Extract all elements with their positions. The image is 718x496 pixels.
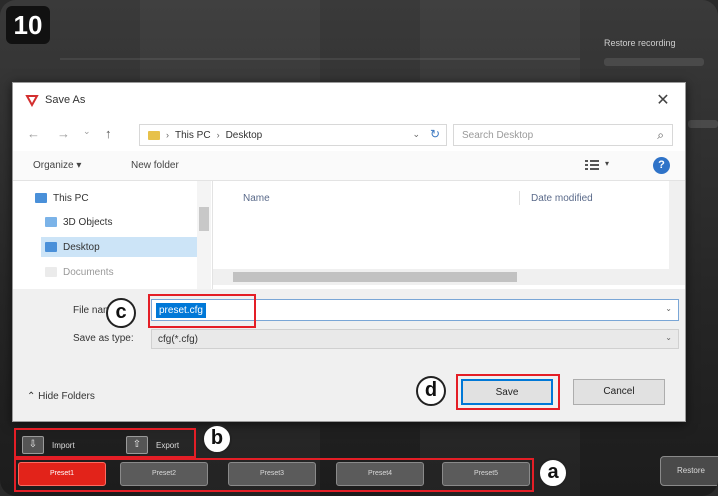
- search-icon: ⌕: [657, 128, 664, 142]
- desktop-icon: [45, 242, 57, 252]
- bg-right-label: Restore recording: [604, 38, 676, 48]
- close-icon[interactable]: ✕: [653, 90, 673, 110]
- tree-item-desktop[interactable]: Desktop: [41, 237, 197, 257]
- tree-item-label: Desktop: [63, 241, 100, 253]
- callout-c: c: [106, 298, 136, 328]
- refresh-icon[interactable]: ↻: [430, 127, 440, 141]
- address-bar[interactable]: › This PC › Desktop ⌄ ↻: [139, 124, 447, 146]
- nav-scrollbar[interactable]: [197, 181, 211, 289]
- dialog-titlebar: Save As ✕: [13, 83, 685, 117]
- chevron-down-icon[interactable]: ⌄: [412, 129, 420, 140]
- callout-b: b: [202, 424, 232, 454]
- tree-item-label: Documents: [63, 266, 114, 278]
- search-input[interactable]: Search Desktop ⌕: [453, 124, 673, 146]
- breadcrumb-separator: ›: [216, 130, 220, 140]
- chevron-up-icon: ⌃: [27, 391, 39, 402]
- bg-divider: [60, 58, 580, 60]
- dialog-title: Save As: [45, 94, 86, 106]
- callout-box-b: [14, 428, 196, 458]
- save-type-label: Save as type:: [73, 333, 134, 344]
- file-list-hscrollbar[interactable]: [213, 269, 685, 285]
- organize-button[interactable]: Organize ▾: [33, 160, 81, 171]
- callout-box-d: [456, 374, 560, 410]
- folder-icon: [148, 130, 160, 140]
- column-header-name[interactable]: Name: [243, 193, 270, 204]
- new-folder-button[interactable]: New folder: [131, 160, 179, 171]
- breadcrumb-this-pc[interactable]: This PC: [175, 130, 211, 141]
- scrollbar-thumb[interactable]: [233, 272, 517, 282]
- scrollbar-thumb[interactable]: [199, 207, 209, 231]
- step-number: 10: [6, 6, 50, 44]
- forward-arrow-icon[interactable]: →: [57, 126, 70, 141]
- bg-right-bar: [688, 120, 718, 128]
- tree-item-label: This PC: [53, 192, 89, 204]
- navigation-bar: ← → ⌄ ↑ › This PC › Desktop ⌄ ↻ Search D…: [13, 117, 685, 151]
- callout-box-a: [14, 458, 534, 492]
- tree-item-documents[interactable]: Documents: [45, 263, 195, 281]
- app-logo-icon: [25, 95, 39, 107]
- screenshot-frame: Restore recording 10 Save As ✕ ← → ⌄ ↑ ›…: [0, 0, 718, 496]
- callout-a: a: [538, 458, 568, 488]
- chevron-down-icon[interactable]: ▾: [605, 159, 609, 168]
- view-options-icon[interactable]: [585, 159, 599, 171]
- navigation-pane: This PC 3D Objects Desktop Documents: [13, 181, 213, 289]
- chevron-down-icon[interactable]: ⌄: [665, 333, 672, 342]
- back-arrow-icon[interactable]: ←: [27, 126, 40, 141]
- bg-right-bar: [604, 58, 704, 66]
- breadcrumb-separator: ›: [166, 130, 169, 140]
- callout-box-c: [148, 294, 256, 328]
- recent-dropdown-icon[interactable]: ⌄: [83, 126, 91, 137]
- hide-folders-label: Hide Folders: [38, 391, 95, 402]
- restore-button[interactable]: Restore: [660, 456, 718, 486]
- save-type-value: cfg(*.cfg): [158, 334, 199, 345]
- hide-folders-button[interactable]: ⌃ Hide Folders: [27, 391, 95, 402]
- documents-icon: [45, 267, 57, 277]
- 3d-objects-icon: [45, 217, 57, 227]
- chevron-down-icon[interactable]: ⌄: [665, 304, 672, 313]
- column-header-date[interactable]: Date modified: [531, 193, 593, 204]
- file-list-vscrollbar[interactable]: [669, 181, 685, 269]
- breadcrumb-desktop[interactable]: Desktop: [226, 130, 263, 141]
- tree-item-label: 3D Objects: [63, 216, 113, 228]
- computer-icon: [35, 193, 47, 203]
- save-as-dialog: Save As ✕ ← → ⌄ ↑ › This PC › Desktop ⌄ …: [12, 82, 686, 422]
- cancel-button[interactable]: Cancel: [573, 379, 665, 405]
- search-placeholder: Search Desktop: [462, 130, 534, 141]
- dialog-toolbar: Organize ▾ New folder ▾ ?: [13, 151, 685, 181]
- help-icon[interactable]: ?: [653, 157, 670, 174]
- column-divider: [519, 191, 520, 205]
- tree-item-this-pc[interactable]: This PC: [35, 189, 185, 207]
- save-type-select[interactable]: cfg(*.cfg) ⌄: [151, 329, 679, 349]
- callout-d: d: [416, 376, 446, 406]
- tree-item-3d-objects[interactable]: 3D Objects: [45, 213, 195, 231]
- up-arrow-icon[interactable]: ↑: [105, 126, 112, 141]
